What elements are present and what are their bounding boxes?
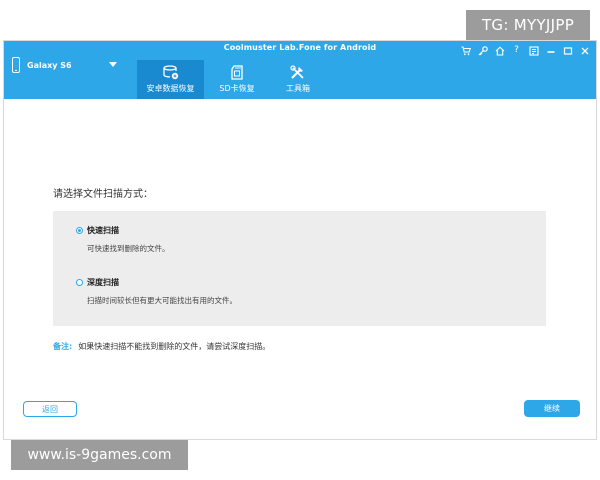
watermark-site: www.is-9games.com <box>11 440 188 470</box>
scan-mode-prompt: 请选择文件扫描方式： <box>53 189 153 200</box>
continue-button[interactable]: 继续 <box>524 400 580 417</box>
device-selector[interactable]: Galaxy S6 <box>12 57 72 73</box>
tab-android-recovery[interactable]: 安卓数据恢复 <box>137 60 204 99</box>
phone-icon <box>12 57 20 73</box>
deep-scan-option[interactable]: 深度扫描 扫描时间较长但有更大可能找出有用的文件。 <box>76 277 237 306</box>
option-description: 可快速找到删除的文件。 <box>87 244 170 253</box>
option-title: 深度扫描 <box>87 278 119 287</box>
maximize-icon[interactable] <box>562 45 573 56</box>
tab-label: 安卓数据恢复 <box>146 84 195 93</box>
dropdown-arrow-icon[interactable] <box>109 62 117 67</box>
title-bar: Coolmuster Lab.Fone for Android Galaxy S… <box>4 41 596 99</box>
sd-card-icon <box>231 65 243 80</box>
tab-label: 工具箱 <box>286 84 310 93</box>
cart-icon[interactable] <box>460 45 471 56</box>
minimize-icon[interactable] <box>545 45 556 56</box>
radio-unchecked-icon[interactable] <box>76 279 83 286</box>
toolbox-icon <box>290 65 306 80</box>
option-description: 扫描时间较长但有更大可能找出有用的文件。 <box>87 296 237 305</box>
window-controls: ? <box>460 45 590 56</box>
note-label: 备注: <box>53 342 73 351</box>
scan-options-panel: 快速扫描 可快速找到删除的文件。 深度扫描 扫描时间较长但有更大可能找出有用的文… <box>53 211 546 326</box>
help-icon[interactable]: ? <box>511 45 522 56</box>
watermark-tg: TG: MYYJJPP <box>466 10 590 40</box>
option-title: 快速扫描 <box>87 226 119 235</box>
close-icon[interactable] <box>579 45 590 56</box>
radio-checked-icon[interactable] <box>76 227 83 234</box>
key-icon[interactable] <box>477 45 488 56</box>
tab-sd-card-recovery[interactable]: SD卡恢复 <box>211 60 263 99</box>
device-name: Galaxy S6 <box>27 60 72 70</box>
note: 备注: 如果快速扫描不能找到删除的文件，请尝试深度扫描。 <box>53 341 270 352</box>
quick-scan-option[interactable]: 快速扫描 可快速找到删除的文件。 <box>76 225 170 254</box>
feedback-icon[interactable] <box>528 45 539 56</box>
note-text: 如果快速扫描不能找到删除的文件，请尝试深度扫描。 <box>78 342 271 351</box>
home-icon[interactable] <box>494 45 505 56</box>
back-button[interactable]: 返回 <box>23 401 77 417</box>
tab-toolbox[interactable]: 工具箱 <box>276 60 320 99</box>
database-restore-icon <box>162 65 179 80</box>
tab-label: SD卡恢复 <box>219 84 255 93</box>
